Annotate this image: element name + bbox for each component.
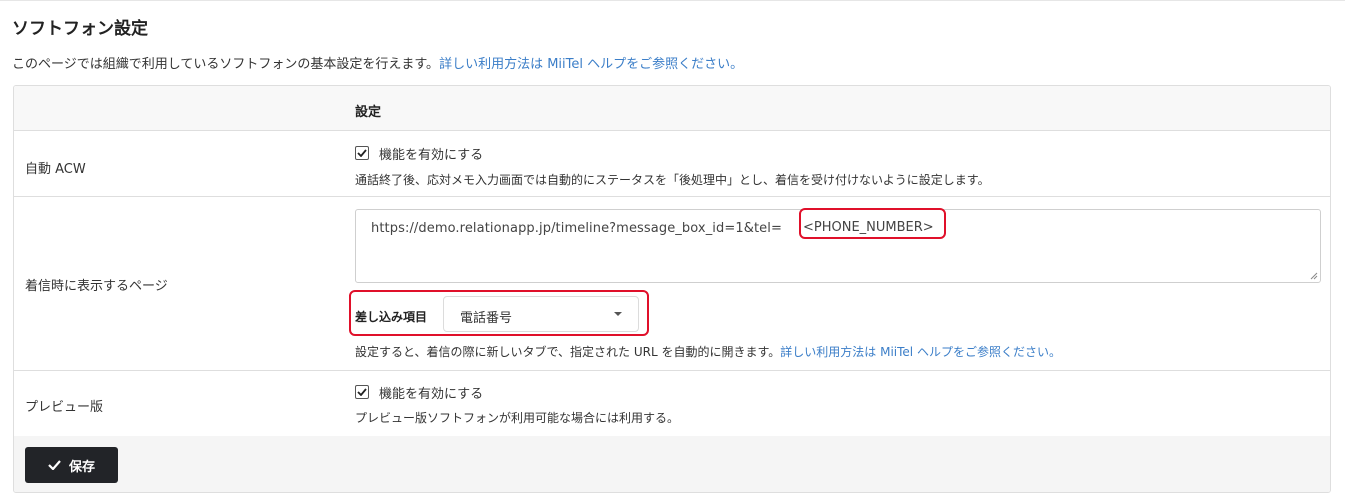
incoming-page-label: 着信時に表示するページ [25, 279, 168, 294]
insert-field-selected-value: 電話番号 [460, 311, 513, 326]
help-link[interactable]: 詳しい利用方法は MiiTel ヘルプをご参照ください。 [439, 57, 743, 72]
incoming-page-description: 設定すると、着信の際に新しいタブで、指定された URL を自動的に開きます。詳し… [355, 343, 1061, 360]
auto-acw-description: 通話終了後、応対メモ入力画面では自動的にステータスを「後処理中」とし、着信を受け… [355, 173, 990, 187]
preview-label: プレビュー版 [25, 400, 104, 415]
save-button[interactable]: 保存 [25, 447, 118, 483]
preview-description: プレビュー版ソフトフォンが利用可能な場合には利用する。 [355, 411, 680, 425]
insert-field-select[interactable]: 電話番号 [443, 296, 639, 332]
auto-acw-label: 自動 ACW [25, 162, 86, 177]
save-button-label: 保存 [68, 459, 95, 475]
preview-toggle[interactable]: 機能を有効にする [355, 384, 484, 402]
insert-field-label: 差し込み項目 [355, 310, 428, 324]
caret-down-icon [614, 312, 622, 316]
resize-grip-icon[interactable] [1310, 272, 1318, 280]
top-divider [0, 0, 1345, 1]
auto-acw-row: 自動 ACW 機能を有効にする 通話終了後、応対メモ入力画面では自動的にステータ… [14, 131, 1330, 197]
incoming-url-value: https://demo.relationapp.jp/timeline?mes… [371, 221, 782, 236]
table-header: 設定 [14, 86, 1330, 131]
preview-checkbox-label: 機能を有効にする [379, 386, 484, 402]
settings-column-header: 設定 [355, 105, 382, 120]
check-icon [48, 460, 61, 470]
preview-row: プレビュー版 機能を有効にする プレビュー版ソフトフォンが利用可能な場合には利用… [14, 371, 1330, 436]
softphone-settings-page: ソフトフォン設定 このページでは組織で利用しているソフトフォンの基本設定を行えま… [0, 0, 1345, 498]
preview-checkbox[interactable] [355, 385, 369, 399]
token-highlight-box [799, 208, 946, 239]
page-title: ソフトフォン設定 [12, 19, 148, 39]
auto-acw-toggle[interactable]: 機能を有効にする [355, 145, 484, 163]
incoming-page-row: 着信時に表示するページ https://demo.relationapp.jp/… [14, 197, 1330, 371]
check-icon [357, 149, 367, 157]
check-icon [357, 388, 367, 396]
page-intro: このページでは組織で利用しているソフトフォンの基本設定を行えます。詳しい利用方法… [12, 53, 743, 72]
intro-text: このページでは組織で利用しているソフトフォンの基本設定を行えます。 [12, 57, 440, 72]
settings-table: 設定 自動 ACW 機能を有効にする 通話終了後、応対メモ入力画面では自動的にス… [13, 85, 1331, 493]
incoming-page-help-link[interactable]: 詳しい利用方法は MiiTel ヘルプをご参照ください。 [780, 345, 1061, 359]
auto-acw-checkbox[interactable] [355, 146, 369, 160]
auto-acw-checkbox-label: 機能を有効にする [379, 147, 484, 163]
table-footer: 保存 [14, 436, 1330, 492]
incoming-page-description-text: 設定すると、着信の際に新しいタブで、指定された URL を自動的に開きます。 [355, 345, 781, 359]
